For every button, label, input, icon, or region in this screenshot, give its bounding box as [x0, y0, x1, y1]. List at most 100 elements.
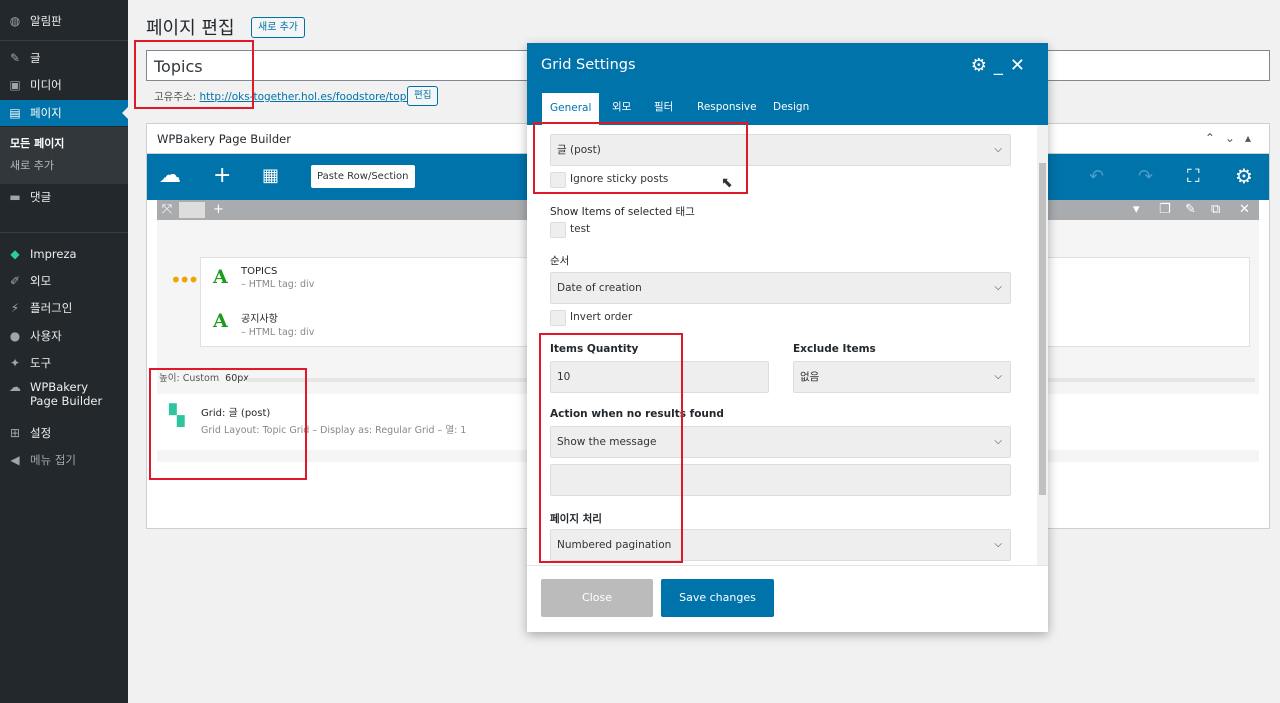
- plugin-icon: ⚡: [10, 301, 20, 315]
- row-layout-icon[interactable]: [179, 202, 205, 218]
- permalink-edit-button[interactable]: 편집: [407, 86, 439, 106]
- grid-settings-modal: Grid Settings ⚙_✕ General 외모 필터 Responsi…: [527, 43, 1048, 632]
- submenu-all-pages[interactable]: 모든 페이지: [0, 133, 128, 155]
- add-new-button[interactable]: 새로 추가: [251, 17, 305, 38]
- sidebar-item-posts[interactable]: ✎ 글: [0, 45, 128, 71]
- undo-icon[interactable]: ↶: [1089, 166, 1104, 188]
- invert-order-checkbox[interactable]: [550, 310, 566, 326]
- chevron-down-icon: ⌵: [994, 282, 1002, 293]
- ignore-sticky-checkbox[interactable]: [550, 172, 566, 188]
- modal-scrollbar[interactable]: [1037, 125, 1048, 565]
- tab-filter[interactable]: 필터: [654, 90, 673, 125]
- sidebar-item-users[interactable]: ● 사용자: [0, 323, 128, 349]
- row-toggle-icon[interactable]: ▾: [1133, 200, 1140, 220]
- row-add-icon[interactable]: +: [213, 200, 224, 220]
- exclude-items-label: Exclude Items: [793, 343, 876, 355]
- chevron-down-icon: ⌵: [994, 371, 1002, 382]
- page-icon: ▤: [9, 106, 21, 120]
- sidebar-item-label: 알림판: [30, 14, 62, 28]
- grid-title: Grid: 글 (post): [201, 408, 271, 419]
- css-settings-icon[interactable]: ⚙: [1235, 165, 1253, 187]
- sidebar-item-label: 도구: [30, 356, 52, 370]
- sidebar-item-label: 플러그인: [30, 301, 73, 315]
- save-changes-button[interactable]: Save changes: [661, 579, 774, 617]
- sidebar-item-tools[interactable]: ✦ 도구: [0, 350, 128, 376]
- row-copy-icon[interactable]: ❐: [1159, 200, 1171, 220]
- redo-icon[interactable]: ↷: [1138, 166, 1153, 188]
- text-element[interactable]: A 공지사항 – HTML tag: div: [213, 310, 314, 346]
- show-items-label: Show Items of selected 태그: [550, 206, 695, 218]
- height-label: 높이: Custom 60px: [159, 373, 249, 384]
- modal-tabs: General 외모 필터 Responsive Design: [527, 90, 1048, 125]
- sidebar-item-label: 외모: [30, 274, 52, 288]
- sidebar-item-wpbakery[interactable]: ☁ WPBakery Page Builder: [0, 380, 128, 414]
- sidebar-item-comments[interactable]: ▬ 댓글: [0, 184, 128, 210]
- order-label: 순서: [550, 255, 570, 267]
- no-results-select[interactable]: Show the message ⌵: [550, 426, 1011, 458]
- element-title: 공지사항: [241, 314, 278, 325]
- sidebar-item-plugins[interactable]: ⚡ 플러그인: [0, 295, 128, 321]
- sidebar-item-label: 메뉴 접기: [30, 453, 76, 467]
- modal-footer: Close Save changes: [527, 565, 1048, 632]
- no-results-label: Action when no results found: [550, 408, 724, 420]
- paste-row-button[interactable]: Paste Row/Section: [311, 165, 415, 188]
- pagination-label: 페이지 처리: [550, 513, 602, 525]
- chevron-down-icon: ⌵: [994, 436, 1002, 447]
- pages-submenu: 모든 페이지 새로 추가: [0, 127, 128, 184]
- collapse-icon: ◀: [10, 453, 20, 467]
- fullscreen-icon[interactable]: ⛶: [1187, 166, 1200, 188]
- sidebar-item-impreza[interactable]: ◆ Impreza: [0, 241, 128, 267]
- exclude-items-select[interactable]: 없음 ⌵: [793, 361, 1011, 393]
- panel-toggle-icon[interactable]: ⌃⌄▴: [1205, 131, 1261, 145]
- grid-subtitle: Grid Layout: Topic Grid – Display as: Re…: [201, 425, 467, 436]
- row-move-icon[interactable]: ⤧: [157, 200, 177, 220]
- permalink-link[interactable]: http://oks-together.hol.es/foodstore/top…: [200, 91, 425, 103]
- modal-header: Grid Settings ⚙_✕: [527, 43, 1048, 90]
- submenu-add-new[interactable]: 새로 추가: [0, 155, 128, 177]
- sidebar-collapse[interactable]: ◀ 메뉴 접기: [0, 447, 128, 473]
- row-clone-icon[interactable]: ⧉: [1211, 200, 1220, 220]
- sidebar-item-appearance[interactable]: ✐ 외모: [0, 268, 128, 294]
- element-subtitle: – HTML tag: div: [241, 279, 315, 290]
- wpbakery-logo-icon[interactable]: ☁: [159, 165, 181, 187]
- sidebar-item-pages[interactable]: ▤ 페이지: [0, 100, 128, 126]
- permalink: 고유주소: http://oks-together.hol.es/foodsto…: [154, 89, 424, 104]
- tag-test-checkbox[interactable]: [550, 222, 566, 238]
- row-delete-icon[interactable]: ✕: [1239, 200, 1250, 220]
- post-type-select[interactable]: 글 (post) ⌵: [550, 134, 1011, 166]
- tag-test-label: test: [570, 223, 591, 235]
- permalink-label: 고유주소:: [154, 91, 197, 103]
- cursor-icon: ⬉: [721, 175, 733, 191]
- column-menu-icon[interactable]: •••: [170, 270, 199, 290]
- pagination-select[interactable]: Numbered pagination ⌵: [550, 529, 1011, 561]
- text-element[interactable]: A TOPICS – HTML tag: div: [213, 266, 314, 302]
- diamond-icon: ◆: [10, 247, 20, 261]
- items-quantity-input[interactable]: 10: [550, 361, 769, 393]
- comment-icon: ▬: [9, 190, 21, 204]
- tab-general[interactable]: General: [542, 93, 600, 125]
- pin-icon: ✎: [9, 51, 21, 65]
- admin-sidebar: ◍ 알림판 ✎ 글 ▣ 미디어 ▤ 페이지 모든 페이지 새로 추가 ▬ 댓글 ◆ Impr…: [0, 0, 128, 703]
- template-icon[interactable]: ▦: [262, 165, 279, 187]
- tab-appearance[interactable]: 외모: [612, 90, 631, 125]
- sidebar-item-label: WPBakery Page Builder: [30, 380, 103, 408]
- close-button[interactable]: Close: [541, 579, 653, 617]
- element-subtitle: – HTML tag: div: [241, 327, 315, 338]
- no-results-message-input[interactable]: [550, 464, 1011, 496]
- tab-design[interactable]: Design: [773, 90, 809, 125]
- ignore-sticky-label: Ignore sticky posts: [570, 173, 669, 185]
- sidebar-item-media[interactable]: ▣ 미디어: [0, 72, 128, 98]
- close-icon[interactable]: ✕: [1010, 55, 1032, 76]
- cloud-icon: ☁: [9, 380, 21, 394]
- sidebar-item-dashboard[interactable]: ◍ 알림판: [0, 8, 128, 34]
- add-element-icon[interactable]: +: [213, 165, 231, 187]
- tab-responsive[interactable]: Responsive: [697, 90, 757, 125]
- invert-order-label: Invert order: [570, 311, 633, 323]
- sidebar-item-settings[interactable]: ⊞ 설정: [0, 420, 128, 446]
- row-edit-icon[interactable]: ✎: [1185, 200, 1196, 220]
- items-quantity-label: Items Quantity: [550, 343, 639, 355]
- text-element-icon: A: [213, 266, 228, 288]
- minimize-icon[interactable]: _: [994, 55, 1010, 76]
- order-select[interactable]: Date of creation ⌵: [550, 272, 1011, 304]
- gear-icon[interactable]: ⚙: [971, 55, 994, 76]
